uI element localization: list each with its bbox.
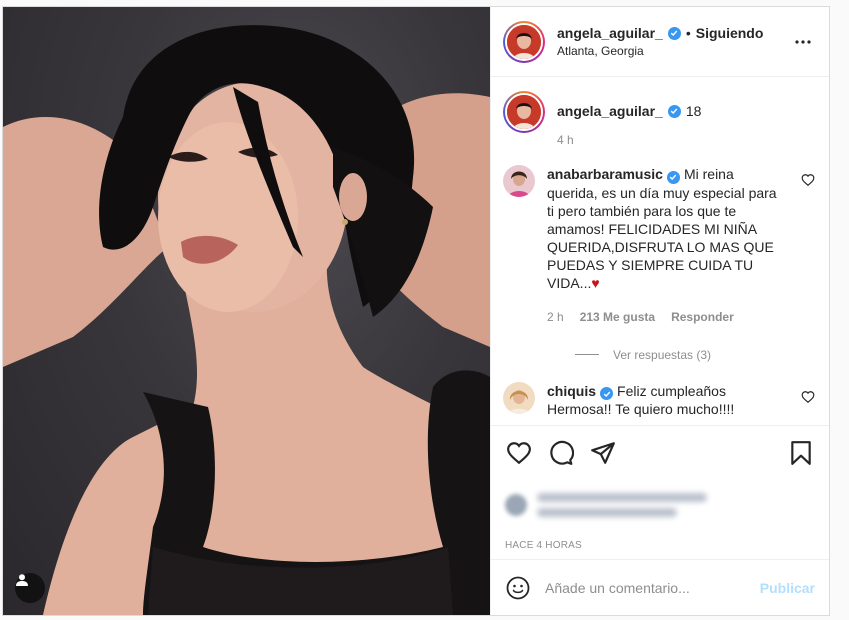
add-comment-bar: Publicar — [491, 559, 829, 615]
comment-input[interactable] — [545, 579, 760, 596]
post-photo[interactable] — [3, 7, 490, 615]
reply-button[interactable]: Responder — [671, 308, 734, 326]
avatar-image — [503, 381, 535, 414]
caption-author-avatar[interactable] — [503, 91, 545, 133]
commenter-avatar[interactable] — [503, 381, 535, 414]
commenter-avatar[interactable] — [503, 165, 535, 197]
emoji-icon[interactable] — [505, 575, 531, 601]
verified-badge-icon — [666, 170, 680, 184]
comment-time[interactable]: 2 h — [547, 308, 564, 326]
comments-section[interactable]: angela_aguilar_ 18 4 h anabarbaramusic M… — [491, 77, 829, 425]
post-header: angela_aguilar_ • Siguiendo Atlanta, Geo… — [491, 7, 829, 77]
blurred-text — [537, 493, 707, 502]
portrait-illustration — [3, 25, 490, 615]
caption-text: 18 — [685, 103, 702, 119]
comment-heart-icon[interactable] — [801, 173, 815, 187]
post-location[interactable]: Atlanta, Georgia — [557, 44, 791, 58]
heart-icon[interactable] — [505, 439, 533, 467]
post-actions-bar — [491, 425, 829, 479]
comment-text: Mi reina querida, es un día muy especial… — [547, 166, 777, 291]
publish-button[interactable]: Publicar — [760, 580, 815, 596]
comment-icon[interactable] — [547, 439, 575, 467]
verified-badge-icon — [600, 387, 614, 400]
avatar-image — [507, 24, 541, 59]
comment-username[interactable]: anabarbaramusic — [547, 166, 663, 182]
following-button[interactable]: Siguiendo — [696, 25, 764, 41]
liker-avatar — [505, 494, 527, 516]
comment-heart-icon[interactable] — [801, 390, 815, 404]
avatar-image — [507, 95, 541, 129]
caption-username[interactable]: angela_aguilar_ — [557, 103, 663, 119]
avatar-image — [503, 165, 535, 197]
verified-badge-icon — [667, 26, 681, 40]
verified-badge-icon — [667, 104, 681, 118]
comment-item: anabarbaramusic Mi reina querida, es un d… — [503, 165, 815, 326]
comment-item: chiquis Feliz cumpleaños Hermosa!! Te qui… — [503, 381, 815, 419]
more-horizontal-icon[interactable] — [791, 30, 815, 54]
comment-meta: 2 h 213 Me gusta Responder — [547, 308, 779, 326]
bookmark-icon[interactable] — [787, 439, 815, 467]
blurred-text — [537, 508, 677, 517]
red-heart-emoji: ♥ — [591, 274, 600, 291]
separator-dot: • — [685, 25, 691, 41]
comment-username[interactable]: chiquis — [547, 383, 596, 399]
post-timestamp[interactable]: HACE 4 HORAS — [491, 531, 829, 559]
comment-likes[interactable]: 213 Me gusta — [580, 308, 655, 326]
view-replies-label: Ver respuestas (3) — [613, 347, 712, 362]
view-replies-button[interactable]: Ver respuestas (3) — [575, 348, 815, 362]
likes-summary-blurred[interactable] — [491, 479, 829, 531]
author-avatar[interactable] — [503, 20, 545, 63]
author-username[interactable]: angela_aguilar_ — [557, 25, 663, 41]
user-tag-icon[interactable] — [15, 573, 45, 603]
post-side-panel: angela_aguilar_ • Siguiendo Atlanta, Geo… — [490, 7, 829, 615]
replies-divider — [575, 354, 599, 355]
person-icon — [16, 574, 28, 586]
post-caption: angela_aguilar_ 18 4 h — [503, 91, 815, 147]
post-card: angela_aguilar_ • Siguiendo Atlanta, Geo… — [2, 6, 830, 616]
caption-time[interactable]: 4 h — [557, 133, 701, 147]
share-icon[interactable] — [589, 439, 617, 467]
